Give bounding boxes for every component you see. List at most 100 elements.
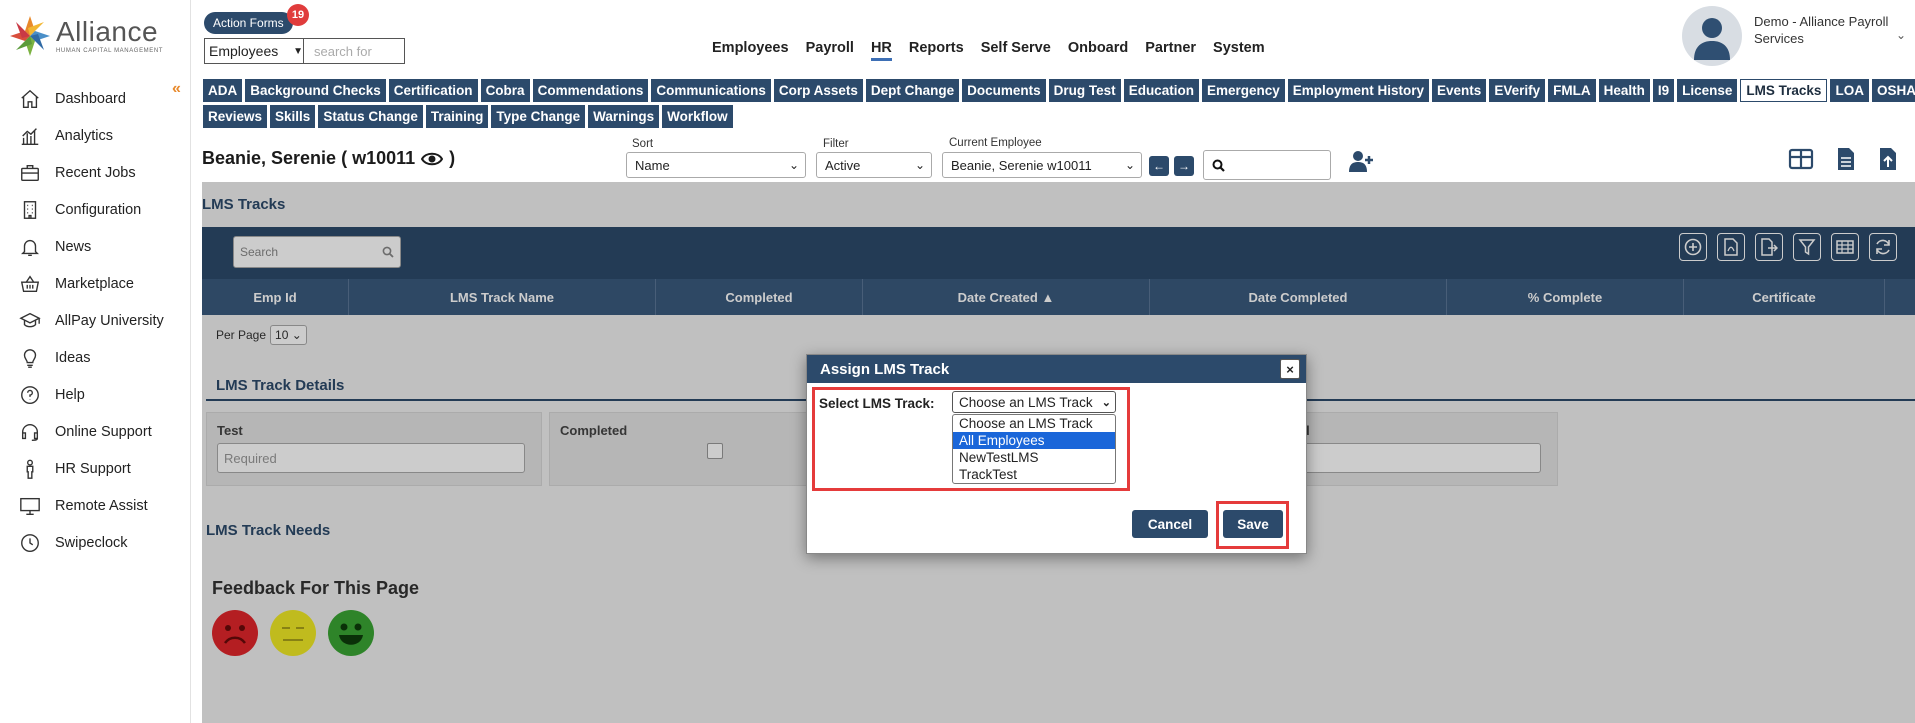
sidebar-item-allpay-university[interactable]: AllPay University xyxy=(0,302,190,339)
tab-license[interactable]: License xyxy=(1677,79,1738,102)
tab-education[interactable]: Education xyxy=(1123,79,1199,102)
sidebar-item-label: News xyxy=(55,238,92,255)
tab-osha[interactable]: OSHA xyxy=(1871,79,1915,102)
tab-events[interactable]: Events xyxy=(1432,79,1487,102)
employee-search-input[interactable] xyxy=(1203,150,1331,180)
sidebar-item-label: Swipeclock xyxy=(55,534,128,551)
topnav-reports[interactable]: Reports xyxy=(909,40,964,61)
tab-lms-tracks[interactable]: LMS Tracks xyxy=(1740,79,1828,102)
tab-commendations[interactable]: Commendations xyxy=(532,79,649,102)
dialog-header: Assign LMS Track × xyxy=(807,355,1306,383)
sidebar-item-swipeclock[interactable]: Swipeclock xyxy=(0,524,190,561)
tab-employment-history[interactable]: Employment History xyxy=(1287,79,1430,102)
action-forms-button[interactable]: Action Forms xyxy=(204,12,293,34)
document-icon[interactable] xyxy=(1833,146,1859,172)
sidebar-item-online-support[interactable]: Online Support xyxy=(0,413,190,450)
topnav-employees[interactable]: Employees xyxy=(712,40,789,61)
sidebar-item-label: Online Support xyxy=(55,423,152,440)
topnav-system[interactable]: System xyxy=(1213,40,1265,61)
analytics-icon xyxy=(18,124,42,148)
tab-drug-test[interactable]: Drug Test xyxy=(1048,79,1121,102)
current-employee-select[interactable]: Beanie, Serenie w10011 ⌄ xyxy=(942,152,1142,178)
tab-health[interactable]: Health xyxy=(1598,79,1650,102)
sidebar-item-label: Help xyxy=(55,386,85,403)
topnav-partner[interactable]: Partner xyxy=(1145,40,1196,61)
tab-emergency[interactable]: Emergency xyxy=(1201,79,1285,102)
sidebar-item-help[interactable]: Help xyxy=(0,376,190,413)
sidebar-item-recent-jobs[interactable]: Recent Jobs xyxy=(0,154,190,191)
cancel-button[interactable]: Cancel xyxy=(1132,510,1208,538)
search-icon xyxy=(1212,159,1225,172)
building-icon xyxy=(18,198,42,222)
option-all-employees[interactable]: All Employees xyxy=(953,432,1115,449)
search-type-value: Employees xyxy=(209,43,279,59)
option-choose[interactable]: Choose an LMS Track xyxy=(953,415,1115,432)
sidebar-item-dashboard[interactable]: Dashboard xyxy=(0,80,190,117)
option-tracktest[interactable]: TrackTest xyxy=(953,466,1115,483)
sort-label: Sort xyxy=(632,138,654,150)
search-type-select[interactable]: Employees ▼ xyxy=(204,38,304,64)
user-menu[interactable]: Demo - Alliance Payroll Services ⌄ xyxy=(1682,6,1906,66)
filter-select[interactable]: Active ⌄ xyxy=(816,152,932,178)
tab-communications[interactable]: Communications xyxy=(651,79,771,102)
sort-select[interactable]: Name ⌄ xyxy=(626,152,806,178)
upload-file-icon[interactable] xyxy=(1875,146,1901,172)
tab-ada[interactable]: ADA xyxy=(203,79,243,102)
sidebar-item-marketplace[interactable]: Marketplace xyxy=(0,265,190,302)
topnav-self-serve[interactable]: Self Serve xyxy=(981,40,1051,61)
eye-icon[interactable] xyxy=(421,151,444,167)
option-newtestlms[interactable]: NewTestLMS xyxy=(953,449,1115,466)
headset-icon xyxy=(18,420,42,444)
current-employee-label: Current Employee xyxy=(949,137,1042,149)
sidebar-item-remote-assist[interactable]: Remote Assist xyxy=(0,487,190,524)
tab-status-change[interactable]: Status Change xyxy=(318,105,423,128)
close-icon[interactable]: × xyxy=(1280,359,1300,379)
chevron-down-icon[interactable]: ⌄ xyxy=(1896,28,1906,42)
topnav-onboard[interactable]: Onboard xyxy=(1068,40,1128,61)
alliance-logo-mark-icon xyxy=(10,16,50,56)
brand-name: Alliance xyxy=(56,16,159,47)
tab-skills[interactable]: Skills xyxy=(270,105,316,128)
select-lms-track-label: Select LMS Track: xyxy=(819,396,935,411)
lms-track-select[interactable]: Choose an LMS Track ⌄ xyxy=(952,391,1116,413)
clock-icon xyxy=(18,531,42,555)
add-employee-icon[interactable] xyxy=(1348,148,1374,174)
tab-type-change[interactable]: Type Change xyxy=(491,105,586,128)
tab-i9[interactable]: I9 xyxy=(1652,79,1675,102)
grid-view-icon[interactable] xyxy=(1788,146,1814,172)
person-icon xyxy=(18,457,42,481)
tab-reviews[interactable]: Reviews xyxy=(203,105,268,128)
previous-employee-button[interactable]: ← xyxy=(1149,156,1169,176)
sidebar-nav: Dashboard Analytics Recent Jobs Configur… xyxy=(0,80,190,561)
lms-track-select-value: Choose an LMS Track xyxy=(959,394,1093,410)
tab-warnings[interactable]: Warnings xyxy=(588,105,660,128)
tab-training[interactable]: Training xyxy=(425,105,489,128)
sidebar-item-hr-support[interactable]: HR Support xyxy=(0,450,190,487)
tab-background-checks[interactable]: Background Checks xyxy=(245,79,386,102)
sidebar-item-news[interactable]: News xyxy=(0,228,190,265)
save-button[interactable]: Save xyxy=(1223,510,1283,538)
hr-tabs: ADA Background Checks Certification Cobra Co… xyxy=(203,79,1915,131)
tab-corp-assets[interactable]: Corp Assets xyxy=(773,79,863,102)
tab-certification[interactable]: Certification xyxy=(388,79,478,102)
bell-icon xyxy=(18,235,42,259)
next-employee-button[interactable]: → xyxy=(1174,156,1194,176)
lms-track-options: Choose an LMS Track All Employees NewTes… xyxy=(952,414,1116,484)
tab-loa[interactable]: LOA xyxy=(1830,79,1869,102)
topnav-payroll[interactable]: Payroll xyxy=(806,40,854,61)
tab-dept-change[interactable]: Dept Change xyxy=(865,79,960,102)
tab-everify[interactable]: EVerify xyxy=(1489,79,1546,102)
user-avatar-icon xyxy=(1694,18,1730,60)
tab-cobra[interactable]: Cobra xyxy=(480,79,530,102)
sidebar-item-analytics[interactable]: Analytics xyxy=(0,117,190,154)
top-header: Action Forms 19 Employees ▼ search for E… xyxy=(192,0,1915,72)
tab-documents[interactable]: Documents xyxy=(962,79,1046,102)
topnav-hr[interactable]: HR xyxy=(870,40,892,61)
global-search-input[interactable]: search for xyxy=(303,38,405,64)
sidebar-item-configuration[interactable]: Configuration xyxy=(0,191,190,228)
alliance-logo[interactable]: Alliance HUMAN CAPITAL MANAGEMENT xyxy=(8,10,178,62)
sidebar-item-ideas[interactable]: Ideas xyxy=(0,339,190,376)
assign-lms-track-dialog: Assign LMS Track × Select LMS Track: Cho… xyxy=(806,354,1307,554)
tab-workflow[interactable]: Workflow xyxy=(662,105,733,128)
tab-fmla[interactable]: FMLA xyxy=(1548,79,1596,102)
